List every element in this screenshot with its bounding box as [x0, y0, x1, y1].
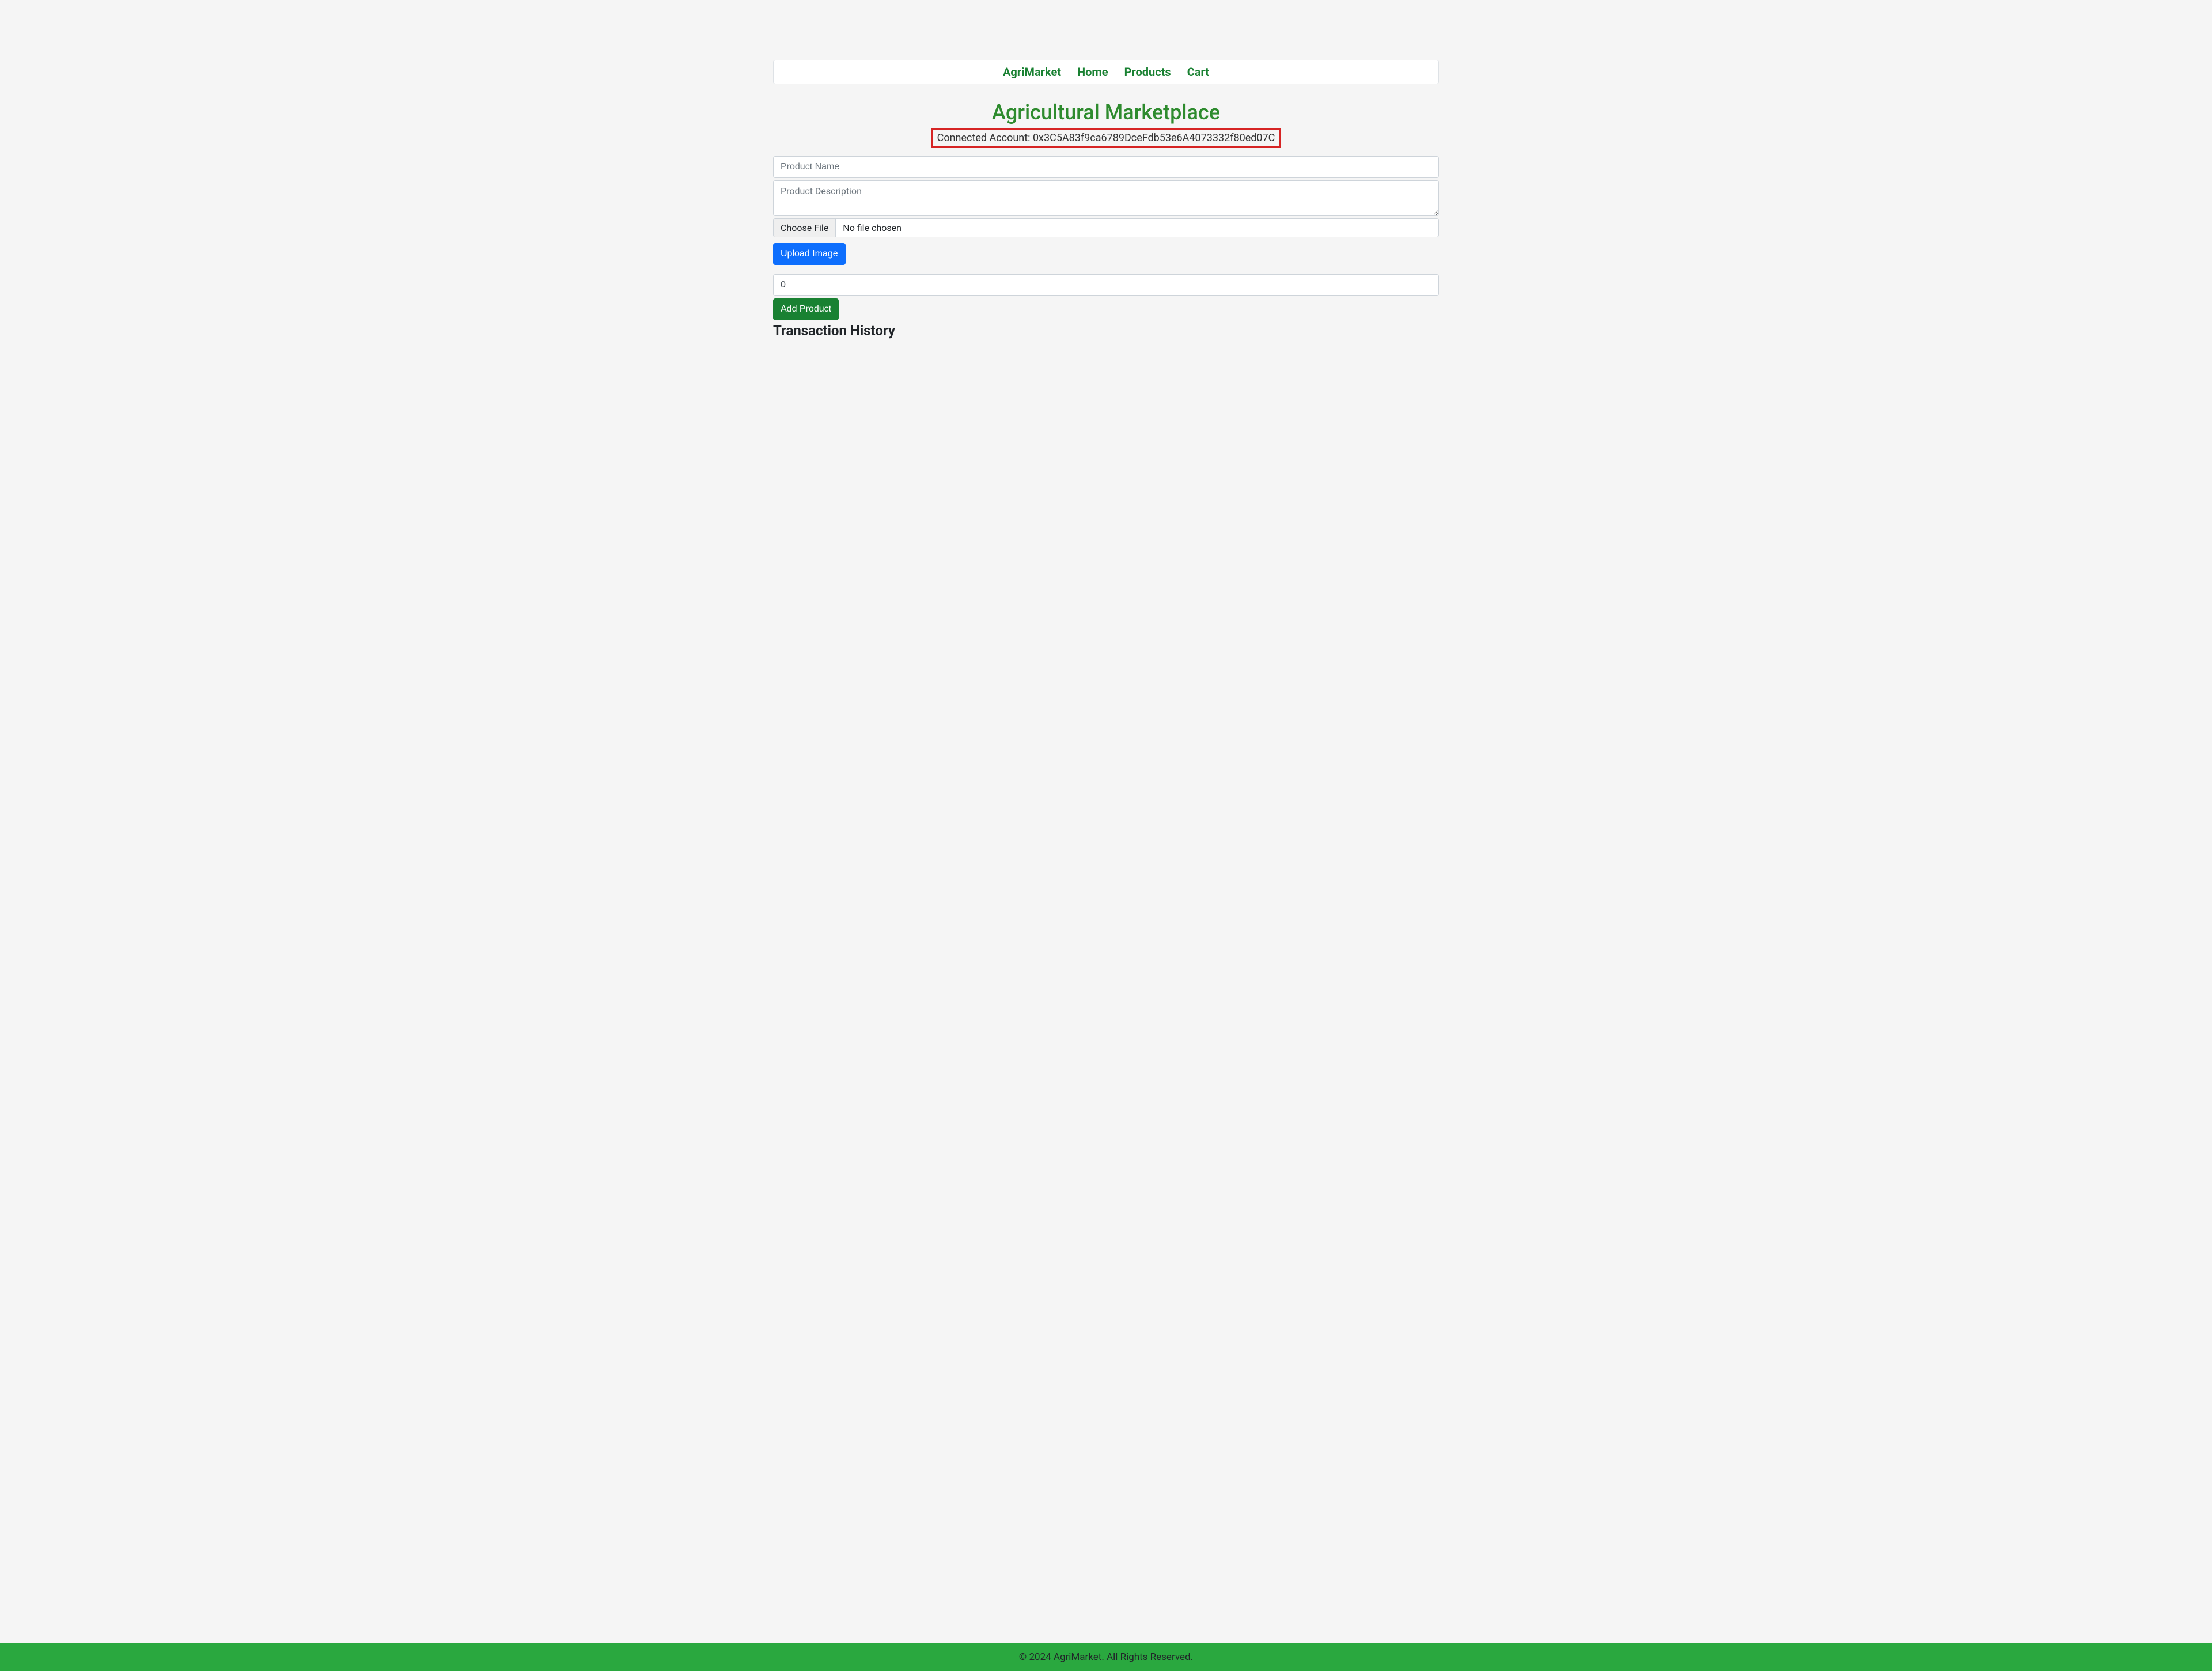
- footer-text: © 2024 AgriMarket. All Rights Reserved.: [1019, 1651, 1193, 1663]
- page-title: Agricultural Marketplace: [773, 100, 1439, 124]
- footer: © 2024 AgriMarket. All Rights Reserved.: [0, 1643, 2212, 1671]
- add-product-button[interactable]: Add Product: [773, 298, 839, 320]
- content-spacer: [773, 339, 1439, 511]
- file-chosen-text: No file chosen: [836, 219, 908, 237]
- file-choose-button[interactable]: Choose File: [774, 219, 836, 237]
- connected-account-label: Connected Account:: [937, 132, 1033, 144]
- upload-image-button[interactable]: Upload Image: [773, 243, 846, 265]
- connected-account-value: 0x3C5A83f9ca6789DceFdb53e6A4073332f80ed0…: [1033, 132, 1275, 144]
- navbar-brand[interactable]: AgriMarket: [1003, 65, 1061, 79]
- top-spacer: [0, 0, 2212, 32]
- connected-account-box: Connected Account: 0x3C5A83f9ca6789DceFd…: [931, 128, 1282, 148]
- transaction-history-heading: Transaction History: [773, 323, 1439, 339]
- nav-link-cart[interactable]: Cart: [1187, 65, 1209, 79]
- file-input[interactable]: Choose File No file chosen: [773, 218, 1439, 237]
- product-name-input[interactable]: [773, 156, 1439, 178]
- product-description-input[interactable]: [773, 180, 1439, 216]
- quantity-input[interactable]: [773, 274, 1439, 296]
- navbar: AgriMarket Home Products Cart: [773, 60, 1439, 84]
- nav-link-products[interactable]: Products: [1124, 65, 1171, 79]
- nav-link-home[interactable]: Home: [1077, 65, 1108, 79]
